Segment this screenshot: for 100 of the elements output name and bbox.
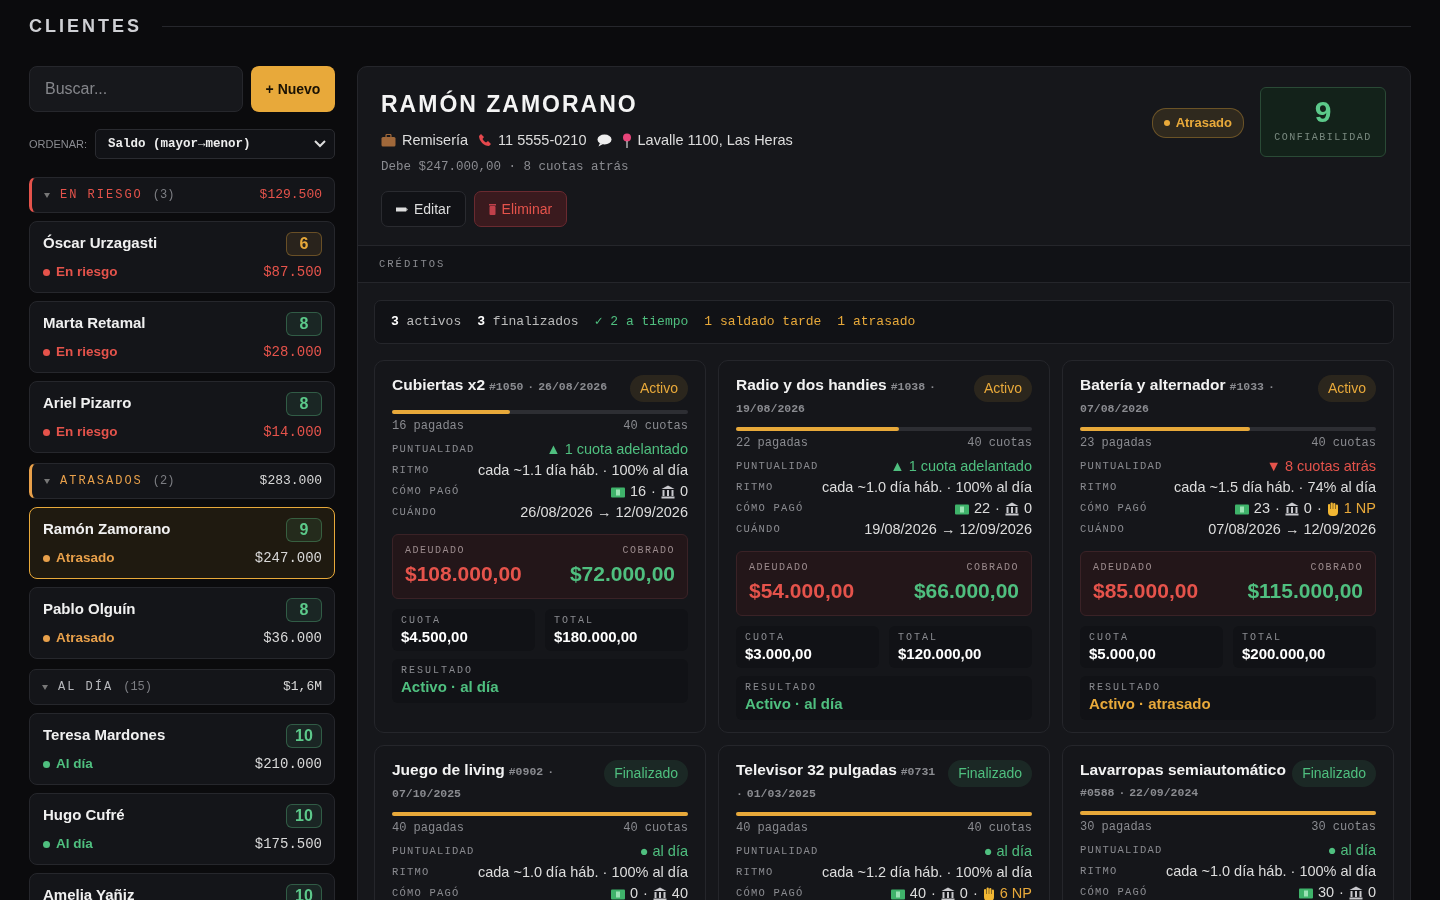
- client-item[interactable]: Teresa Mardones 10 Al día $210.000: [29, 713, 335, 785]
- credit-stat: 1 saldado tarde: [704, 313, 822, 331]
- cash-count: 22: [973, 499, 991, 519]
- owed-label: ADEUDADO: [405, 543, 466, 557]
- row-label: PUNTUALIDAD: [1080, 843, 1163, 859]
- new-client-button[interactable]: + Nuevo: [251, 66, 335, 112]
- row-label: CÓMO PAGÓ: [392, 886, 460, 900]
- score-label: CONFIABILIDAD: [1273, 131, 1373, 145]
- row-label: RITMO: [1080, 480, 1118, 496]
- client-item[interactable]: Hugo Cufré 10 Al día $175.500: [29, 793, 335, 865]
- debt-summary: Debe $247.000,00 · 8 cuotas atrás: [381, 159, 630, 177]
- installments-count: 40 cuotas: [967, 819, 1032, 837]
- cash-count: 0: [629, 884, 638, 900]
- row-label: CÓMO PAGÓ: [1080, 501, 1148, 517]
- owed-amount: $85.000,00: [1093, 577, 1199, 604]
- row-label: PUNTUALIDAD: [1080, 459, 1163, 475]
- client-status: Al día: [56, 755, 93, 774]
- credit-stat: 3 activos: [391, 313, 462, 331]
- client-item[interactable]: Ramón Zamorano 9 Atrasado $247.000: [29, 507, 335, 579]
- row-value: ▼ 8 cuotas atrás: [1266, 457, 1376, 477]
- chevron-down-icon: [314, 140, 326, 148]
- bank-icon: [940, 887, 955, 900]
- score-badge: 10: [286, 724, 322, 748]
- row-value: cada ~1.5 día háb. · 74% al día: [1174, 478, 1376, 498]
- owed-amount: $108.000,00: [405, 560, 522, 587]
- separator-dot: ·: [1339, 883, 1344, 900]
- box-label: TOTAL: [554, 614, 595, 627]
- group-count: (3): [152, 187, 175, 204]
- box-value: $5.000,00: [1089, 643, 1157, 663]
- row-value: cada ~1.0 día háb. · 100% al día: [478, 863, 688, 883]
- row-label: RITMO: [392, 463, 430, 479]
- client-item[interactable]: Pablo Olguín 8 Atrasado $36.000: [29, 587, 335, 659]
- briefcase-icon: [381, 133, 396, 147]
- paid-count: 30 pagadas: [1080, 818, 1152, 836]
- client-item[interactable]: Ariel Pizarro 8 En riesgo $14.000: [29, 381, 335, 453]
- edit-button[interactable]: Editar: [381, 191, 466, 227]
- row-value: cada ~1.1 día háb. · 100% al día: [478, 461, 688, 481]
- paid-count: 22 pagadas: [736, 434, 808, 452]
- sort-select[interactable]: Saldo (mayor→menor): [95, 129, 335, 159]
- client-balance: $28.000: [263, 343, 322, 362]
- separator-dot: ·: [929, 379, 936, 393]
- row-label: CUÁNDO: [1080, 522, 1125, 538]
- cash-icon: [1298, 887, 1313, 899]
- collected-label: COBRADO: [1309, 560, 1363, 574]
- cash-icon: [954, 503, 969, 515]
- cash-count: 40: [909, 884, 926, 900]
- delete-button[interactable]: Eliminar: [473, 191, 568, 227]
- client-balance: $14.000: [263, 423, 322, 442]
- group-total: $129.500: [259, 186, 322, 205]
- row-label: PUNTUALIDAD: [392, 844, 475, 860]
- row-label: CÓMO PAGÓ: [736, 886, 804, 900]
- row-label: RITMO: [1080, 864, 1118, 880]
- client-balance: $210.000: [254, 755, 322, 774]
- box-value: $120.000,00: [898, 643, 983, 663]
- installments-count: 40 cuotas: [623, 417, 688, 435]
- separator-dot: ·: [1316, 499, 1322, 519]
- credit-title: Televisor 32 pulgadas: [736, 760, 897, 778]
- separator-dot: ·: [736, 786, 743, 800]
- client-item[interactable]: Óscar Urzagasti 6 En riesgo $87.500: [29, 221, 335, 293]
- client-status: En riesgo: [56, 343, 118, 362]
- search-field[interactable]: Buscar...: [29, 66, 243, 112]
- owed-label: ADEUDADO: [749, 560, 810, 574]
- credit-status: Activo: [973, 374, 1032, 402]
- credit-date: 22/09/2024: [1129, 785, 1199, 799]
- group-header[interactable]: EN RIESGO (3) $129.500: [29, 177, 335, 213]
- paid-count: 23 pagadas: [1080, 434, 1152, 452]
- bank-icon: [1004, 502, 1019, 516]
- separator-dot: ·: [972, 884, 978, 900]
- result-value: Activo · atrasado: [1089, 693, 1212, 713]
- separator-dot: ·: [1267, 379, 1275, 393]
- separator-dot: ·: [547, 764, 555, 778]
- client-item[interactable]: Marta Retamal 8 En riesgo $28.000: [29, 301, 335, 373]
- group-label: EN RIESGO: [60, 187, 143, 204]
- sort-label: ORDENAR:: [29, 136, 88, 152]
- credit-date: 19/08/2026: [736, 401, 805, 415]
- score-badge: 8: [286, 392, 322, 416]
- row-value: cada ~1.0 día háb. · 100% al día: [822, 478, 1032, 498]
- credit-title: Cubiertas x2: [392, 375, 486, 393]
- caret-down-icon: [44, 192, 50, 198]
- group-header[interactable]: AL DÍA (15) $1,6M: [29, 669, 335, 705]
- credit-stat: 1 atrasado: [837, 313, 916, 331]
- credit-stat: ✓ 2 a tiempo: [594, 313, 689, 331]
- collected-amount: $66.000,00: [913, 577, 1019, 604]
- row-value: 19/08/2026 → 12/09/2026: [864, 520, 1032, 540]
- group-header[interactable]: ATRASADOS (2) $283.000: [29, 463, 335, 499]
- bank-count: 0: [1303, 499, 1312, 519]
- group-count: (15): [123, 679, 153, 696]
- client-status: Atrasado: [56, 629, 115, 648]
- row-label: CÓMO PAGÓ: [1080, 885, 1148, 900]
- separator-dot: ·: [1118, 785, 1126, 799]
- collected-label: COBRADO: [965, 560, 1019, 574]
- collected-amount: $72.000,00: [569, 560, 675, 587]
- row-value: cada ~1.2 día háb. · 100% al día: [822, 863, 1032, 883]
- row-value: 26/08/2026 → 12/09/2026: [520, 503, 688, 523]
- credit-status: Activo: [1317, 374, 1376, 402]
- collected-label: COBRADO: [621, 543, 675, 557]
- credit-code: #1038: [890, 379, 926, 393]
- installments-count: 40 cuotas: [623, 819, 688, 837]
- client-balance: $247.000: [254, 549, 322, 568]
- cash-count: 16: [629, 482, 647, 502]
